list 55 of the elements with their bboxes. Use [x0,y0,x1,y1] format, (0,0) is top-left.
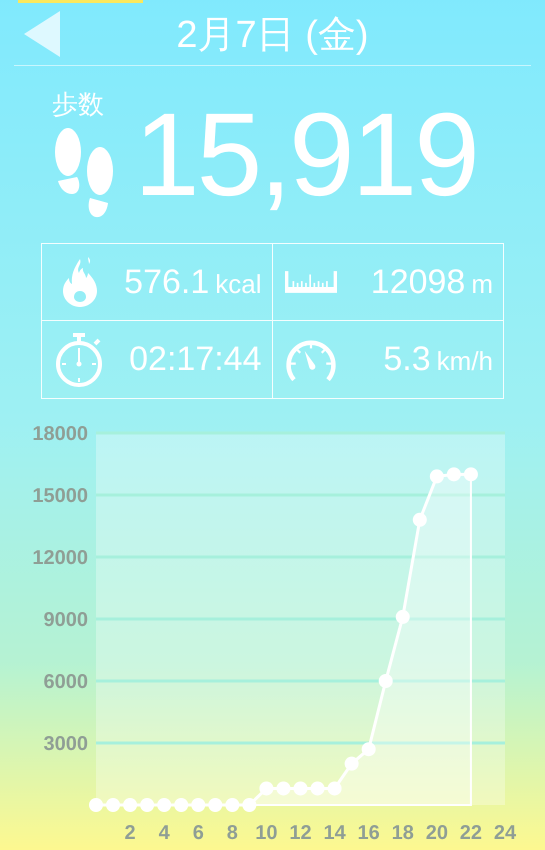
data-point [294,781,308,796]
axis-label: 16 [358,822,380,844]
axis-label: 18 [392,822,414,844]
data-point [208,798,222,812]
axis-label: 14 [323,822,346,844]
data-point [106,798,120,812]
data-point [276,781,290,796]
data-point [446,467,461,482]
data-point [174,798,188,812]
axis-label: 9000 [44,609,88,631]
stat-unit: kcal [215,268,262,300]
data-point [310,781,325,796]
axis-label: 24 [494,822,516,844]
axis-label: 12 [289,822,312,844]
ruler-icon [284,269,336,295]
flame-icon [60,255,100,309]
stat-value: 12098 [370,262,466,302]
date-title: 2月7日 (金) [175,12,370,58]
axis-label: 10 [255,822,278,844]
steps-label: 歩数 [52,88,104,121]
stopwatch-icon [55,332,105,388]
axis-label: 20 [426,822,448,844]
data-point [464,467,478,482]
data-point [89,798,103,812]
axis-label: 3000 [44,733,88,755]
data-point [225,798,240,812]
data-point [396,610,410,624]
axis-label: 4 [158,822,170,844]
data-point [378,674,393,688]
axis-label: 6000 [44,671,88,693]
data-point [123,798,138,812]
axis-label: 8 [226,822,238,844]
data-point [242,798,256,812]
axis-label: 18000 [32,423,88,445]
axis-label: 6 [192,822,204,844]
axis-label: 22 [460,822,482,844]
axis-label: 15000 [32,485,88,507]
data-point [430,469,444,484]
axis-label: 12000 [32,547,88,569]
data-point [344,756,359,771]
stat-value: 02:17:44 [129,340,262,379]
stat-unit: m [471,268,493,300]
stat-value: 5.3 [383,340,431,379]
step-count: 15,919 [134,96,477,214]
back-icon [24,11,60,57]
data-point [191,798,206,812]
data-point [140,798,154,812]
data-point [259,781,274,796]
data-point [412,512,427,527]
data-point [157,798,172,812]
stat-value: 576.1 [124,262,210,302]
data-point [328,781,342,796]
data-point [362,742,376,756]
stat-unit: km/h [436,346,493,377]
axis-label: 2 [124,822,136,844]
